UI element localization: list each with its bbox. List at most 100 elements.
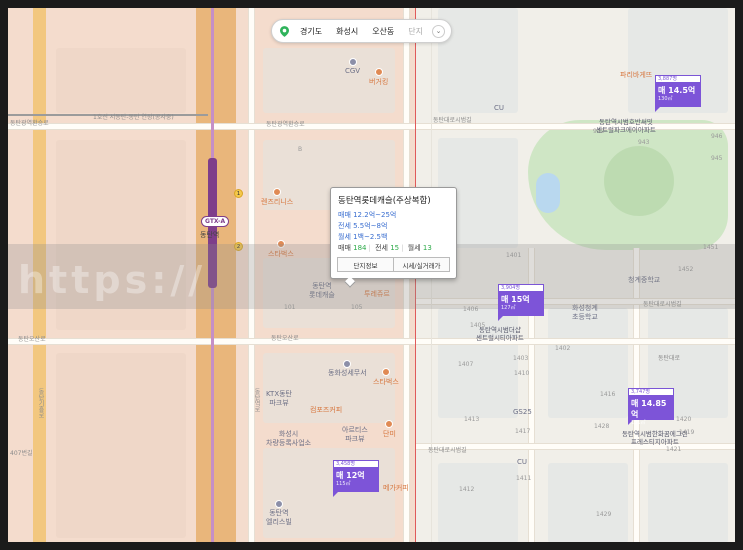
block-number: 1412 xyxy=(459,486,475,493)
marker-tail xyxy=(498,316,508,321)
price-marker[interactable]: 3,904명 매 15억 127㎡ xyxy=(498,284,544,321)
location-pin-icon xyxy=(280,25,289,37)
marker-body: 매 14.5억 130㎡ xyxy=(655,83,701,107)
poi-cu[interactable]: CU xyxy=(517,458,527,467)
separator: | xyxy=(401,244,404,252)
road-label: 동탄대로시범길 xyxy=(433,117,472,124)
apartment-label[interactable]: 동탄역시범한화꿈에그린 프레스티지아파트 xyxy=(622,430,688,446)
block-number: 1407 xyxy=(458,361,474,368)
poi-ellis[interactable]: 동탄역 엘리스빌 xyxy=(266,500,292,527)
block-number: 946 xyxy=(711,133,723,140)
marker-body: 매 12억 115㎡ xyxy=(333,468,379,492)
popup-listing-counts: 매매 184 | 전세 15 | 월세 13 xyxy=(338,243,449,254)
block xyxy=(548,463,628,542)
breadcrumb-district[interactable]: 오산동 xyxy=(365,26,401,37)
block xyxy=(56,353,186,538)
marker-body: 매 14.85억 131㎡ xyxy=(628,396,674,426)
count-sale-label: 매매 xyxy=(338,244,351,252)
poi-paris-baguette[interactable]: 파리바게뜨 xyxy=(620,70,652,80)
popup-monthly-range: 월세 1백~2.5백 xyxy=(338,233,388,241)
block-number: 1420 xyxy=(676,416,692,423)
marker-body: 매 15억 127㎡ xyxy=(498,292,544,316)
poi-car-registration[interactable]: 화성시 차량등록사업소 xyxy=(266,430,311,448)
block-number: 1403 xyxy=(513,355,529,362)
road-label: 동탄대로시범길 xyxy=(428,447,467,454)
poi-label: CGV xyxy=(345,67,361,75)
pond xyxy=(536,173,560,213)
marker-tail xyxy=(333,492,343,497)
marker-count: 3,904명 xyxy=(498,284,544,292)
marker-area: 130㎡ xyxy=(658,96,673,102)
poi-gs25[interactable]: GS25 xyxy=(513,408,532,417)
road-label: 동탄역로 xyxy=(253,388,260,412)
popup-title[interactable]: 동탄역롯데캐슬(주상복합) xyxy=(338,194,449,206)
count-jeonse-label: 전세 xyxy=(375,244,388,252)
count-monthly-label: 월세 xyxy=(407,244,421,252)
map-canvas[interactable]: 1호선 서동탄-동탄 연장(공사중) 동탄광역환승로 동탄광역환승로 동탄대로시… xyxy=(8,8,735,542)
poi-compose[interactable]: 컴포즈커피 xyxy=(310,405,342,415)
poi-burger-king[interactable]: 버거킹 xyxy=(369,68,388,87)
marker-tail xyxy=(655,107,665,112)
apartment-label[interactable]: 동탄역시범호반써밋 센트럴파크에이아파트 xyxy=(596,118,656,134)
poi-tax-office[interactable]: 동화성세무서 xyxy=(328,360,367,378)
marker-count: 3,458명 xyxy=(333,460,379,468)
poi-starbucks-2[interactable]: 스타벅스 xyxy=(373,368,399,387)
marker-price: 매 14.5억 xyxy=(658,86,696,95)
road-label: 동탄기흥로 xyxy=(37,388,44,418)
station-exit[interactable]: 1 xyxy=(234,189,243,198)
station-name[interactable]: 동탄역 xyxy=(200,230,219,240)
poi-cu[interactable]: CU xyxy=(494,104,504,113)
poi-label: 버거킹 xyxy=(369,78,389,86)
price-marker[interactable]: 3,887명 매 14.5억 130㎡ xyxy=(655,75,701,112)
poi-label: GS25 xyxy=(513,408,532,416)
marker-price: 매 14.85억 xyxy=(631,399,667,419)
block-number: 1429 xyxy=(596,511,612,518)
store-icon xyxy=(273,188,282,196)
block-number: 1411 xyxy=(516,475,532,482)
block-number: B xyxy=(298,146,303,153)
breadcrumb-level[interactable]: 단지 xyxy=(401,26,430,37)
poi-mega[interactable]: 메가커피 xyxy=(383,483,409,493)
road-label: 동탄광역환승로 xyxy=(266,121,305,128)
poi-label: 파리바게뜨 xyxy=(620,71,653,79)
marker-count: 3,747명 xyxy=(628,388,674,396)
poi-cgv[interactable]: CGV xyxy=(345,58,360,76)
block xyxy=(548,308,628,418)
block-number: 1402 xyxy=(555,345,571,352)
poi-label: 메가커피 xyxy=(383,484,409,492)
office-icon xyxy=(343,360,352,368)
apartment-label[interactable]: 동탄역시범더샵 센트럴시티아파트 xyxy=(476,326,524,342)
block-number: 1417 xyxy=(515,428,531,435)
marker-price: 매 12억 xyxy=(336,471,365,480)
road-label: 동탄오산로 xyxy=(18,336,46,343)
popup-buttons: 단지정보 시세/실거래가 xyxy=(337,257,450,272)
chevron-down-icon[interactable]: ⌄ xyxy=(432,24,446,38)
breadcrumb-city[interactable]: 화성시 xyxy=(329,26,365,37)
cafe-icon xyxy=(381,368,390,376)
poi-label: CU xyxy=(494,104,505,112)
block-number: 1421 xyxy=(666,446,682,453)
block xyxy=(56,48,186,113)
poi-arte[interactable]: 아르티스 파크뷰 xyxy=(342,426,368,444)
count-sale: 184 xyxy=(353,244,367,252)
poi-lens[interactable]: 렌즈리니스 xyxy=(261,188,293,207)
price-marker[interactable]: 3,747명 매 14.85억 131㎡ xyxy=(628,388,674,426)
popup-sale-range: 매매 12.2억~25억 xyxy=(338,211,397,219)
breadcrumb-province[interactable]: 경기도 xyxy=(293,26,329,37)
count-jeonse: 15 xyxy=(390,244,400,252)
watermark-text: https:// xyxy=(18,258,207,302)
restaurant-icon xyxy=(374,68,383,76)
road-label: 동탄대로 xyxy=(658,355,681,362)
poi-ktx[interactable]: KTX동탄 파크뷰 xyxy=(266,390,292,408)
price-history-button[interactable]: 시세/실거래가 xyxy=(394,257,450,272)
road-label: 동탄오산로 xyxy=(271,335,299,342)
complex-info-popup: 동탄역롯데캐슬(주상복합) 매매 12.2억~25억 전세 5.5억~8억 월세… xyxy=(330,187,457,279)
theater-icon xyxy=(348,58,357,66)
complex-info-button[interactable]: 단지정보 xyxy=(337,257,394,272)
price-marker[interactable]: 3,458명 매 12억 115㎡ xyxy=(333,460,379,497)
poi-danmi[interactable]: 단미 xyxy=(383,420,396,439)
poi-label: CU xyxy=(517,458,528,466)
block xyxy=(438,463,518,542)
location-breadcrumb[interactable]: 경기도 화성시 오산동 단지 ⌄ xyxy=(271,19,453,43)
block-number: 1413 xyxy=(464,416,480,423)
